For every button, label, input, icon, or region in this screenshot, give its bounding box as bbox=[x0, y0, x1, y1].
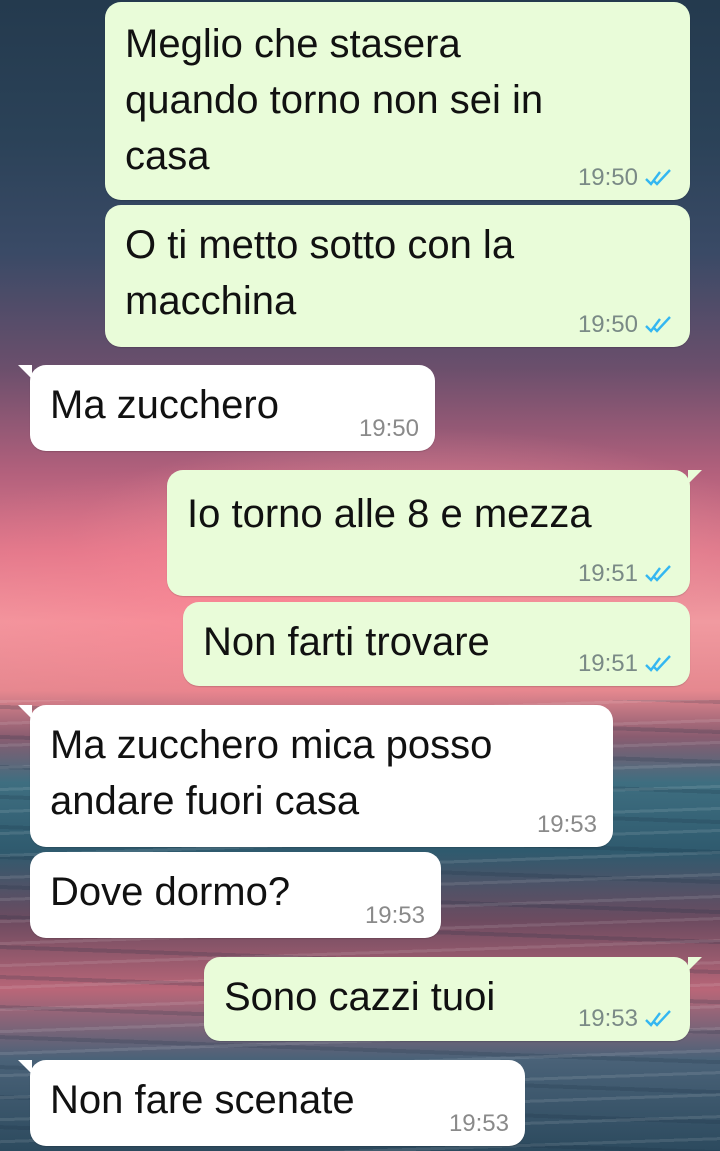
message-meta: 19:53 bbox=[449, 1110, 509, 1138]
message-meta: 19:53 bbox=[365, 902, 425, 930]
message-text: Meglio che stasera quando torno non sei … bbox=[125, 22, 544, 178]
double-check-icon bbox=[644, 565, 674, 583]
message-time: 19:50 bbox=[577, 311, 638, 338]
message-meta: 19:51 bbox=[578, 650, 674, 678]
message-bubble-outgoing[interactable]: Meglio che stasera quando torno non sei … bbox=[105, 2, 690, 200]
message-bubble-incoming[interactable]: Dove dormo? 19:53 bbox=[30, 852, 441, 938]
message-bubble-incoming[interactable]: Ma zucchero 19:50 bbox=[18, 365, 435, 451]
message-meta: 19:50 bbox=[359, 415, 419, 443]
message-bubble-incoming[interactable]: Ma zucchero mica posso andare fuori casa… bbox=[18, 705, 613, 847]
message-bubble-outgoing[interactable]: O ti metto sotto con la macchina 19:50 bbox=[105, 205, 690, 347]
message-meta: 19:50 bbox=[578, 311, 674, 339]
message-text: Ma zucchero mica posso andare fuori casa bbox=[50, 723, 493, 823]
message-time: 19:50 bbox=[358, 415, 419, 442]
message-bubble-outgoing[interactable]: Io torno alle 8 e mezza 19:51 bbox=[167, 470, 702, 596]
message-time: 19:50 bbox=[577, 164, 638, 191]
message-text: Non fare scenate bbox=[50, 1078, 355, 1122]
message-bubble-outgoing[interactable]: Sono cazzi tuoi 19:53 bbox=[204, 957, 702, 1041]
message-text: Io torno alle 8 e mezza bbox=[187, 492, 592, 536]
message-meta: 19:53 bbox=[578, 1005, 674, 1033]
double-check-icon bbox=[644, 169, 674, 187]
double-check-icon bbox=[644, 655, 674, 673]
message-time: 19:53 bbox=[577, 1005, 638, 1032]
message-time: 19:53 bbox=[448, 1110, 509, 1137]
double-check-icon bbox=[644, 316, 674, 334]
message-time: 19:53 bbox=[536, 811, 597, 838]
message-bubble-outgoing[interactable]: Non farti trovare 19:51 bbox=[183, 602, 690, 686]
double-check-icon bbox=[644, 1010, 674, 1028]
message-time: 19:51 bbox=[577, 560, 638, 587]
message-bubble-incoming[interactable]: Non fare scenate 19:53 bbox=[18, 1060, 525, 1146]
message-meta: 19:51 bbox=[578, 560, 674, 588]
message-meta: 19:50 bbox=[578, 164, 674, 192]
message-time: 19:51 bbox=[577, 650, 638, 677]
chat-thread[interactable]: Meglio che stasera quando torno non sei … bbox=[0, 0, 720, 1151]
message-meta: 19:53 bbox=[537, 811, 597, 839]
message-time: 19:53 bbox=[364, 902, 425, 929]
